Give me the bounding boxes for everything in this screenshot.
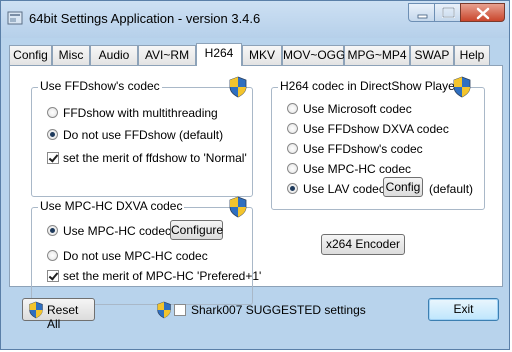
minimize-icon: [417, 14, 428, 19]
mpchc-configure-button[interactable]: Configure: [170, 220, 223, 240]
ds-ffdshow-option[interactable]: Use FFDshow's codec: [287, 141, 467, 157]
directshow-group-title: H264 codec in DirectShow Players: [278, 79, 467, 93]
ds-ffdshow-dxva-option[interactable]: Use FFDshow DXVA codec: [287, 121, 467, 137]
ffdshow-merit-label: set the merit of ffdshow to 'Normal': [63, 151, 247, 165]
exit-button[interactable]: Exit: [428, 298, 499, 321]
mpchc-use-label: Use MPC-HC codec: [63, 224, 172, 238]
mpchc-disable-label: Do not use MPC-HC codec: [63, 249, 208, 263]
tab-mpg-mp4[interactable]: MPG~MP4: [344, 45, 410, 65]
directshow-group: H264 codec in DirectShow Players Use Mic…: [271, 76, 485, 210]
ffdshow-disable-radio[interactable]: [47, 129, 58, 140]
mpchc-merit-checkbox[interactable]: [47, 270, 59, 282]
ffdshow-multithreading-option[interactable]: FFDshow with multithreading: [47, 105, 237, 121]
uac-shield-icon: [453, 76, 471, 98]
mpchc-use-option[interactable]: Use MPC-HC codec: [47, 223, 171, 239]
ds-ffdshow-label: Use FFDshow's codec: [303, 142, 423, 156]
ds-ffdshow-radio[interactable]: [287, 143, 298, 154]
ds-mpchc-option[interactable]: Use MPC-HC codec: [287, 161, 467, 177]
ds-lav-option[interactable]: Use LAV codec: [287, 181, 385, 197]
ffdshow-merit-option[interactable]: set the merit of ffdshow to 'Normal': [47, 150, 247, 166]
ffdshow-merit-checkbox[interactable]: [47, 152, 59, 164]
window-title: 64bit Settings Application - version 3.4…: [29, 11, 261, 26]
title-bar[interactable]: 64bit Settings Application - version 3.4…: [1, 1, 509, 38]
ds-microsoft-radio[interactable]: [287, 103, 298, 114]
suggested-settings-label: Shark007 SUGGESTED settings: [191, 303, 366, 317]
lav-config-button[interactable]: Config: [383, 177, 423, 197]
app-window: 64bit Settings Application - version 3.4…: [0, 0, 510, 350]
uac-shield-icon: [157, 301, 171, 319]
tab-audio[interactable]: Audio: [90, 45, 138, 65]
minimize-button[interactable]: [408, 3, 435, 22]
tab-misc[interactable]: Misc: [52, 45, 90, 65]
ds-microsoft-label: Use Microsoft codec: [303, 102, 412, 116]
x264-encoder-button[interactable]: x264 Encoder: [321, 234, 405, 255]
mpchc-use-radio[interactable]: [47, 225, 58, 236]
tab-mov-ogg[interactable]: MOV~OGG: [282, 45, 345, 65]
ds-ffdshow-dxva-radio[interactable]: [287, 123, 298, 134]
close-button[interactable]: [460, 3, 505, 22]
ffdshow-multithreading-label: FFDshow with multithreading: [63, 106, 218, 120]
ffdshow-disable-label: Do not use FFDshow (default): [63, 128, 224, 142]
tab-h264[interactable]: H264: [196, 43, 242, 66]
ds-lav-radio[interactable]: [287, 183, 298, 194]
suggested-settings-option[interactable]: Shark007 SUGGESTED settings: [156, 301, 366, 319]
app-icon: [7, 11, 23, 25]
reset-all-label: Reset All: [47, 303, 79, 331]
mpchc-disable-radio[interactable]: [47, 250, 58, 261]
tab-avi-rm[interactable]: AVI~RM: [138, 45, 196, 65]
tab-help[interactable]: Help: [454, 45, 490, 65]
tab-swap[interactable]: SWAP: [410, 45, 454, 65]
ds-mpchc-radio[interactable]: [287, 163, 298, 174]
reset-all-button[interactable]: Reset All: [22, 298, 95, 331]
ds-mpchc-label: Use MPC-HC codec: [303, 162, 412, 176]
ffdshow-group: Use FFDshow's codec FFDshow with multith…: [31, 76, 253, 197]
mpchc-disable-option[interactable]: Do not use MPC-HC codec: [47, 248, 237, 264]
uac-shield-icon: [29, 301, 43, 319]
mpchc-group: Use MPC-HC DXVA codec Use MPC-HC codec C…: [31, 196, 261, 305]
close-icon: [476, 7, 490, 20]
tab-mkv[interactable]: MKV: [242, 45, 282, 65]
lav-default-note: (default): [429, 182, 474, 196]
ds-microsoft-option[interactable]: Use Microsoft codec: [287, 101, 467, 117]
maximize-button[interactable]: [434, 3, 461, 22]
maximize-icon: [442, 7, 455, 18]
uac-shield-icon: [229, 76, 247, 98]
uac-shield-icon: [229, 196, 247, 218]
tab-config[interactable]: Config: [9, 45, 52, 65]
mpchc-merit-label: set the merit of MPC-HC 'Prefered+1': [63, 269, 262, 283]
ds-lav-label: Use LAV codec: [303, 182, 385, 196]
suggested-settings-checkbox[interactable]: [174, 304, 186, 316]
ds-ffdshow-dxva-label: Use FFDshow DXVA codec: [303, 122, 449, 136]
ffdshow-group-title: Use FFDshow's codec: [38, 79, 162, 93]
mpchc-merit-option[interactable]: set the merit of MPC-HC 'Prefered+1': [47, 268, 261, 284]
ffdshow-multithreading-radio[interactable]: [47, 107, 58, 118]
ffdshow-disable-option[interactable]: Do not use FFDshow (default): [47, 127, 237, 143]
mpchc-group-title: Use MPC-HC DXVA codec: [38, 199, 185, 213]
h264-tab-panel: Use FFDshow's codec FFDshow with multith…: [9, 65, 503, 305]
